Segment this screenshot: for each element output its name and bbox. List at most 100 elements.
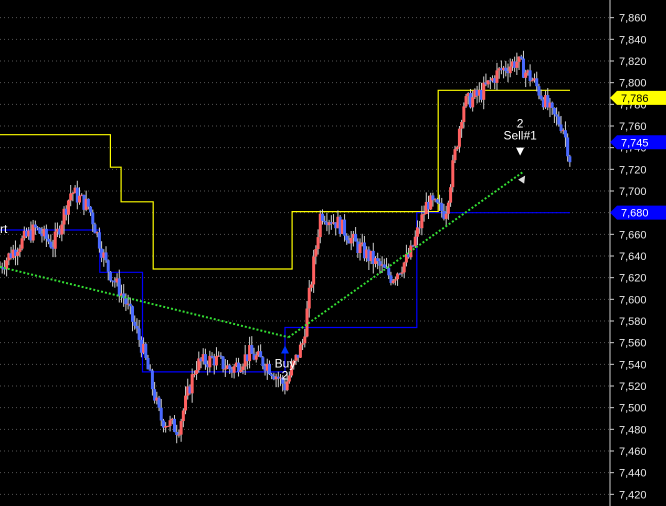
candle-body (345, 235, 349, 241)
candle-body (175, 431, 179, 435)
candle (495, 62, 499, 91)
candle (237, 357, 241, 377)
candle-body (44, 228, 48, 239)
candle-body (159, 407, 163, 421)
candle-body (166, 426, 170, 428)
candle-body (400, 272, 404, 274)
candle (327, 219, 331, 235)
candle-body (504, 67, 508, 72)
candle-body (78, 195, 82, 203)
candle (528, 64, 532, 87)
candle-body (402, 262, 406, 273)
buy-label: 2 (282, 369, 289, 383)
candle (31, 219, 35, 243)
candle (429, 192, 433, 211)
candle (402, 261, 406, 279)
candle-body (343, 219, 347, 236)
tick-label: 7,540 (619, 359, 647, 371)
candle (172, 415, 176, 433)
candle-body (568, 156, 572, 163)
tick-label: 7,800 (619, 78, 647, 90)
candle (131, 305, 135, 332)
candle (504, 60, 508, 77)
tick-label: 7,580 (619, 316, 647, 328)
candle-body (195, 370, 199, 374)
candle-body (66, 200, 70, 215)
candle (371, 242, 375, 274)
candle (354, 227, 358, 242)
candle (499, 60, 503, 75)
candle (259, 344, 263, 358)
candle-body (270, 374, 274, 376)
y-axis-ticks: 7,4007,4207,4407,4607,4807,5007,5207,540… (610, 13, 647, 501)
candle-body (168, 420, 172, 427)
tick-label: 7,820 (619, 56, 647, 68)
candle-body (179, 421, 183, 435)
candle-body (422, 214, 426, 216)
candle-body (259, 351, 263, 358)
tick-label: 7,520 (619, 381, 647, 393)
candle-body (223, 368, 227, 370)
candle-body (530, 80, 534, 82)
candle-body (382, 264, 386, 268)
tick-label: 7,440 (619, 468, 647, 480)
candle-body (515, 61, 519, 68)
candle (420, 205, 424, 236)
candle-body (60, 224, 64, 235)
candle-body (387, 267, 391, 276)
candle-body (301, 343, 305, 345)
candle-body (172, 418, 176, 432)
candle-body (133, 321, 137, 326)
candle-body (18, 248, 22, 252)
candle-body (232, 366, 236, 373)
candle (168, 415, 172, 432)
candle (208, 350, 212, 373)
tick-label: 7,720 (619, 164, 647, 176)
candle-body (519, 56, 523, 59)
tick-label: 7,480 (619, 424, 647, 436)
candle-body (457, 128, 461, 147)
candle (179, 418, 183, 442)
candle (75, 180, 79, 210)
candle-body (128, 303, 132, 307)
candle-body (435, 199, 439, 203)
candle-body (555, 114, 559, 117)
tick-label: 7,660 (619, 229, 647, 241)
candle (210, 352, 214, 359)
candle (250, 336, 254, 354)
candle-body (117, 278, 121, 297)
candle-body (219, 355, 223, 357)
candle-body (71, 193, 75, 195)
candle-body (471, 97, 475, 108)
candle-body (221, 356, 225, 370)
price-flag: 7,680 (610, 205, 666, 220)
candle (267, 360, 271, 376)
candle-body (184, 395, 188, 411)
candle (515, 52, 519, 76)
candle-body (210, 355, 214, 358)
candle-body (285, 381, 289, 391)
candle-body (393, 279, 397, 281)
candle-body (413, 236, 417, 247)
tick-label: 7,840 (619, 34, 647, 46)
candle-body (552, 107, 556, 115)
candle-body (309, 284, 313, 288)
candle-body (47, 238, 51, 242)
candle-body (108, 271, 112, 281)
candle (53, 222, 57, 258)
candle-body (137, 328, 141, 340)
candle-body (528, 70, 532, 82)
tick-label: 7,700 (619, 186, 647, 198)
candle-body (482, 82, 486, 100)
candle (197, 351, 201, 373)
candle (44, 224, 48, 247)
candle-body (135, 325, 139, 329)
candle-body (312, 256, 316, 285)
candle (276, 371, 280, 388)
candle-body (89, 206, 93, 213)
candle-body (539, 95, 543, 100)
candle-body (550, 102, 554, 108)
tick-label: 7,500 (619, 403, 647, 415)
candle-body (563, 130, 567, 138)
candle (568, 154, 572, 167)
